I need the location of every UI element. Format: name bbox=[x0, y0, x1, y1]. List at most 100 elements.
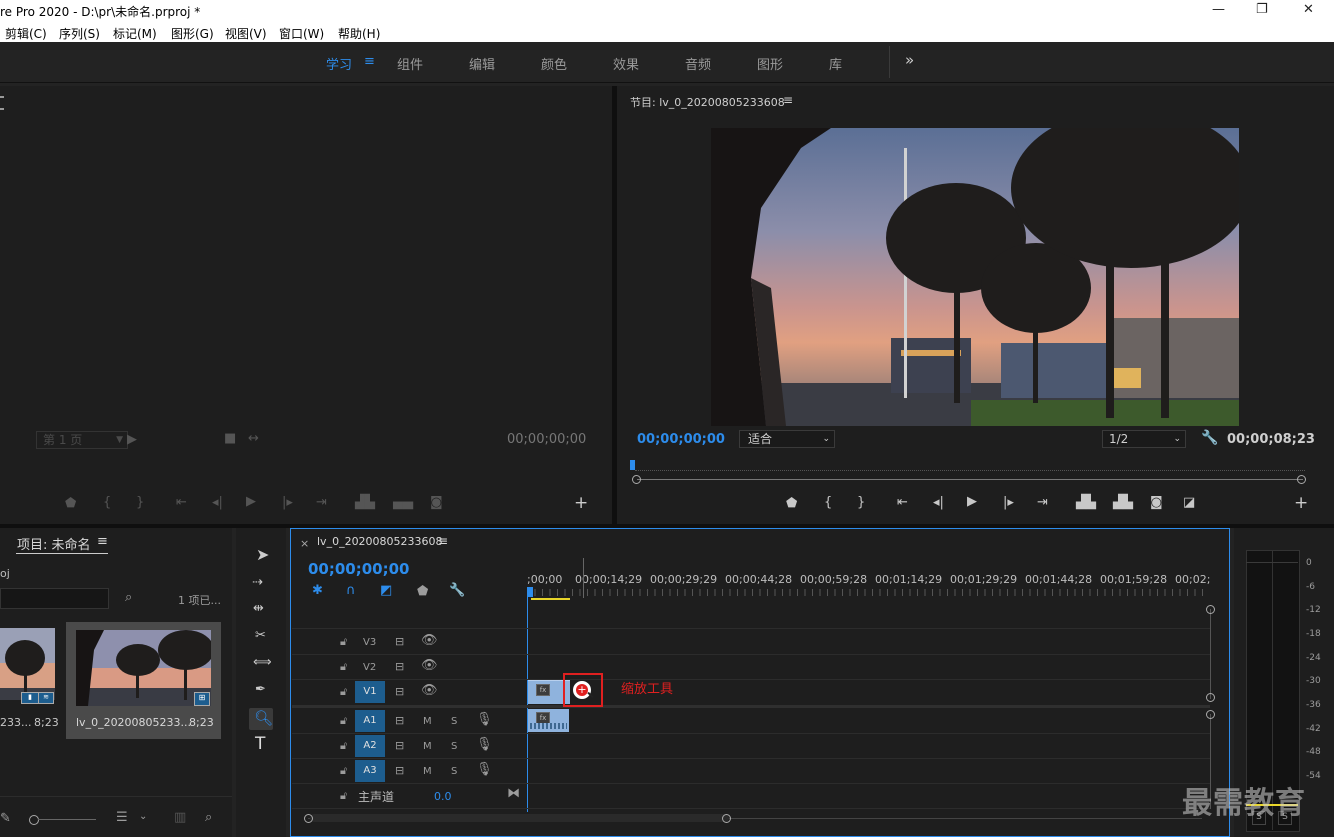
source-timecode[interactable]: 00;00;00;00 bbox=[507, 432, 586, 447]
timeline-settings-wrench-icon[interactable]: 🔧 bbox=[449, 584, 465, 598]
zoom-slider[interactable] bbox=[38, 819, 96, 820]
track-label-a2[interactable]: A2 bbox=[355, 735, 385, 757]
project-title[interactable]: 项目: 未命名 bbox=[17, 534, 91, 553]
scroll-handle[interactable] bbox=[304, 814, 313, 823]
program-timecode-current[interactable]: 00;00;00;00 bbox=[637, 432, 725, 447]
overwrite-icon[interactable]: ▄▄ bbox=[393, 495, 413, 510]
master-volume-value[interactable]: 0.0 bbox=[434, 790, 452, 803]
camera-icon[interactable]: ◙ bbox=[430, 495, 443, 510]
search-icon[interactable]: ⌕ bbox=[205, 811, 212, 825]
step-back-icon[interactable]: ◂| bbox=[212, 495, 223, 510]
razor-tool-icon[interactable]: ✂ bbox=[255, 629, 266, 643]
lock-icon[interactable]: 🔓︎ bbox=[340, 764, 347, 778]
mute-button[interactable]: M bbox=[423, 716, 432, 727]
mark-in-icon[interactable]: { bbox=[103, 495, 111, 510]
source-patch-a1[interactable]: A1 bbox=[355, 710, 385, 732]
mute-button[interactable]: M bbox=[423, 766, 432, 777]
add-marker-icon[interactable]: ⬟ bbox=[417, 585, 428, 599]
fit-select[interactable]: 适合 ⌄ bbox=[739, 430, 835, 448]
solo-button[interactable]: S bbox=[451, 741, 457, 752]
timeline-menu-icon[interactable]: ≡ bbox=[438, 534, 448, 548]
program-menu-icon[interactable]: ≡ bbox=[783, 93, 793, 107]
scroll-handle[interactable] bbox=[1206, 710, 1215, 719]
timeline-close-icon[interactable]: × bbox=[300, 537, 309, 550]
program-playhead[interactable] bbox=[630, 460, 635, 470]
menu-graphics[interactable]: 图形(G) bbox=[171, 25, 214, 42]
lock-icon[interactable]: 🔓︎ bbox=[340, 660, 347, 674]
source-patch-v1[interactable]: V1 bbox=[355, 681, 385, 703]
scroll-handle[interactable] bbox=[722, 814, 731, 823]
workspace-audio[interactable]: 音频 bbox=[685, 54, 711, 73]
track-label-a3[interactable]: A3 bbox=[355, 760, 385, 782]
project-item[interactable]: ▮ ≋ 233... 8;23 bbox=[0, 622, 62, 742]
workspace-assembly[interactable]: 组件 bbox=[397, 54, 423, 73]
menu-sequence[interactable]: 序列(S) bbox=[59, 25, 100, 42]
minimize-button[interactable]: — bbox=[1212, 2, 1225, 17]
close-window-button[interactable]: ✕ bbox=[1303, 2, 1314, 17]
automate-icon[interactable]: ▥ bbox=[174, 811, 186, 825]
scrollbar-thumb[interactable] bbox=[310, 814, 729, 822]
workspace-menu-icon[interactable]: ≡ bbox=[364, 54, 375, 69]
program-scrubber[interactable] bbox=[635, 462, 1305, 471]
page-select[interactable]: 第 1 页 ▼ bbox=[36, 431, 128, 449]
pen-tool-icon[interactable]: ✒ bbox=[255, 683, 266, 697]
project-item-selected[interactable]: ⊞ lv_0_20200805233... 8;23 bbox=[66, 622, 221, 739]
microphone-icon[interactable]: 🎙︎ bbox=[476, 713, 493, 727]
source-menu-icon[interactable] bbox=[0, 96, 4, 110]
eye-icon[interactable]: 👁︎ bbox=[421, 659, 438, 673]
audio-clip[interactable]: fx bbox=[528, 709, 569, 732]
page-square-icon[interactable]: ■ bbox=[224, 432, 236, 446]
track-select-tool-icon[interactable]: ⇢ bbox=[252, 576, 263, 590]
type-tool-icon[interactable]: T bbox=[255, 736, 265, 753]
step-forward-icon[interactable]: |▸ bbox=[1003, 495, 1014, 510]
solo-button[interactable]: S bbox=[451, 716, 457, 727]
selection-tool-icon[interactable]: ➤ bbox=[256, 547, 269, 563]
sync-lock-icon[interactable]: ⊟ bbox=[395, 739, 404, 753]
extract-icon[interactable]: ▟▙ bbox=[1113, 495, 1133, 510]
maximize-button[interactable]: ❐ bbox=[1256, 2, 1268, 17]
project-search-input[interactable] bbox=[0, 588, 109, 609]
lock-icon[interactable]: 🔓︎ bbox=[340, 739, 347, 753]
new-bin-search-icon[interactable]: ⌕ bbox=[125, 591, 132, 605]
add-button-icon[interactable]: + bbox=[574, 493, 588, 513]
timeline-playhead-handle[interactable] bbox=[527, 587, 533, 597]
zoom-handle-right[interactable] bbox=[1297, 475, 1306, 484]
lock-icon[interactable]: 🔓︎ bbox=[340, 714, 347, 728]
play-icon[interactable]: ▶ bbox=[246, 494, 256, 509]
menu-view[interactable]: 视图(V) bbox=[225, 25, 267, 42]
microphone-icon[interactable]: 🎙︎ bbox=[476, 738, 493, 752]
mark-out-icon[interactable]: } bbox=[857, 495, 865, 510]
play-icon[interactable]: ▶ bbox=[967, 494, 977, 509]
workspace-libraries[interactable]: 库 bbox=[829, 54, 842, 73]
resolution-select[interactable]: 1/2 ⌄ bbox=[1102, 430, 1186, 448]
add-marker-icon[interactable]: ⬟ bbox=[786, 496, 797, 511]
program-title[interactable]: 节目: lv_0_20200805233608 bbox=[630, 94, 785, 110]
step-back-icon[interactable]: ◂| bbox=[933, 495, 944, 510]
zoom-handle-left[interactable] bbox=[632, 475, 641, 484]
eye-icon[interactable]: 👁︎ bbox=[421, 634, 438, 648]
camera-icon[interactable]: ◙ bbox=[1150, 495, 1163, 510]
play-right-arrow-icon[interactable]: ▶ bbox=[127, 433, 137, 447]
eye-icon[interactable]: 👁︎ bbox=[421, 684, 438, 698]
microphone-icon[interactable]: 🎙︎ bbox=[476, 763, 493, 777]
sync-lock-icon[interactable]: ⊟ bbox=[395, 764, 404, 778]
lift-icon[interactable]: ▟▙ bbox=[1076, 495, 1096, 510]
lock-icon[interactable]: 🔓︎ bbox=[340, 635, 347, 649]
go-to-out-icon[interactable]: ⇥ bbox=[316, 495, 327, 510]
timeline-ruler[interactable]: ;00;00 00;00;14;29 00;00;29;29 00;00;44;… bbox=[527, 573, 1210, 587]
add-marker-icon[interactable]: ⬟ bbox=[65, 496, 76, 511]
video-vertical-scrollbar[interactable] bbox=[1210, 609, 1211, 699]
chevron-down-icon[interactable]: ⌄ bbox=[139, 810, 147, 824]
sync-lock-icon[interactable]: ⊟ bbox=[395, 635, 404, 649]
workspace-overflow-icon[interactable]: » bbox=[905, 51, 914, 69]
workspace-color[interactable]: 颜色 bbox=[541, 54, 567, 73]
go-to-in-icon[interactable]: ⇤ bbox=[897, 495, 908, 510]
ripple-edit-tool-icon[interactable]: ⇹ bbox=[253, 602, 264, 616]
sync-lock-icon[interactable]: ⊟ bbox=[395, 714, 404, 728]
pencil-edit-icon[interactable]: ✎ bbox=[0, 812, 11, 826]
zoom-tool-button[interactable]: 🔍︎ bbox=[249, 708, 273, 730]
lock-icon[interactable]: 🔓︎ bbox=[340, 789, 347, 803]
sync-lock-icon[interactable]: ⊟ bbox=[395, 660, 404, 674]
snap-magnet-icon[interactable]: ∩ bbox=[346, 584, 356, 598]
workspace-graphics[interactable]: 图形 bbox=[757, 54, 783, 73]
